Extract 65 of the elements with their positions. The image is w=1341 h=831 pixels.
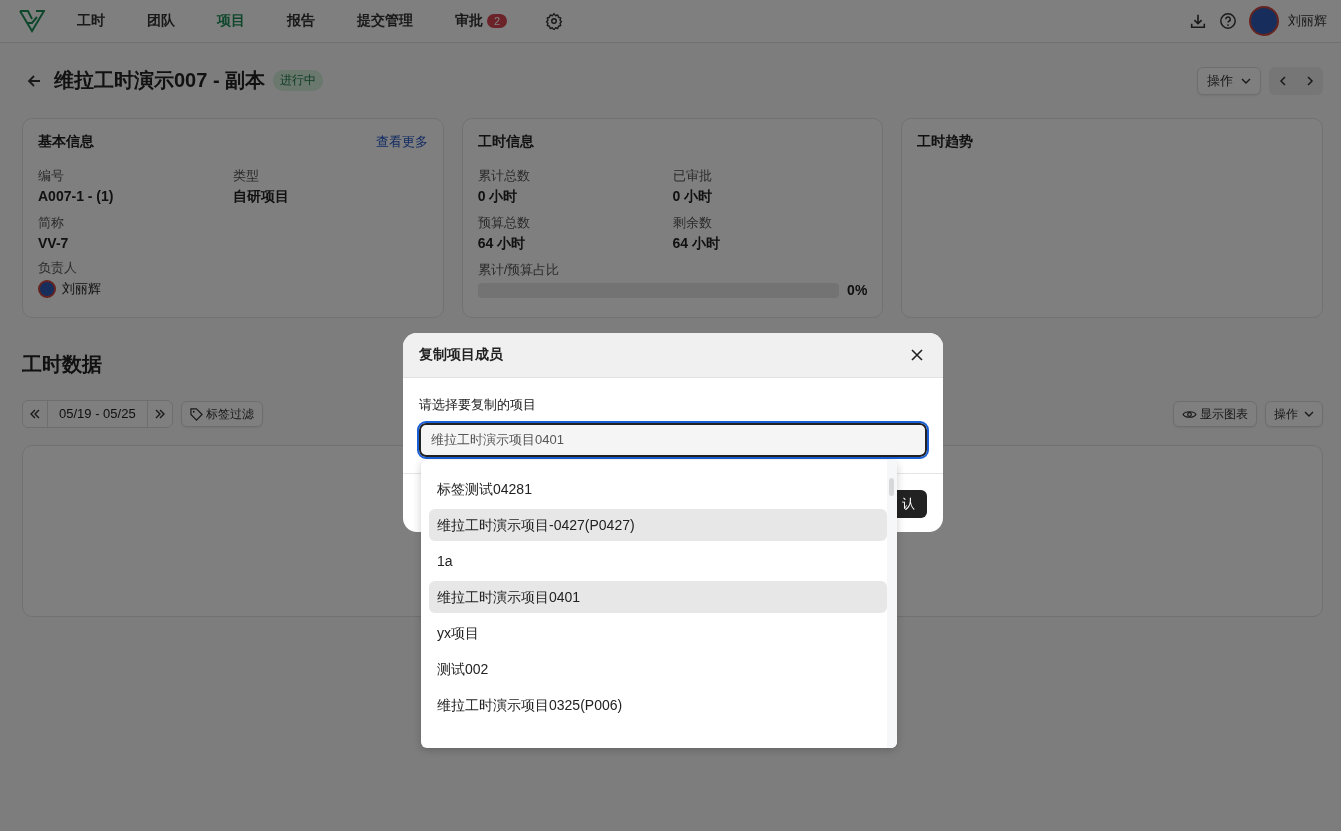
dropdown-option[interactable]: 测试002: [429, 653, 887, 685]
nav-item[interactable]: 报告: [279, 8, 323, 34]
logo-icon[interactable]: [19, 9, 45, 33]
dropdown-option[interactable]: 维拉工时演示项目0325(P006): [429, 689, 887, 721]
count-badge: 2: [487, 14, 508, 28]
field-label: 累计/预算占比: [477, 261, 560, 279]
section-title: 工时数据: [22, 352, 102, 377]
avatar: [38, 280, 56, 298]
double-chevron-left-icon: [29, 409, 41, 419]
card-title: 基本信息: [38, 133, 94, 151]
field-value: VV-7: [38, 235, 69, 251]
actions-button[interactable]: 操作: [1265, 401, 1323, 427]
eye-icon: [1182, 408, 1197, 420]
owner-name: 刘丽辉: [62, 280, 101, 298]
dropdown-option[interactable]: yx项目: [429, 617, 887, 649]
avatar[interactable]: [1249, 6, 1279, 36]
field-label: 编号: [38, 167, 64, 185]
project-select-field[interactable]: 维拉工时演示项目0401: [419, 423, 927, 457]
chevron-left-icon: [1277, 75, 1288, 86]
actions-button[interactable]: 操作: [1197, 66, 1261, 95]
page-title: 维拉工时演示007 - 副本: [54, 68, 266, 93]
card-title: 工时趋势: [917, 133, 974, 151]
scrollbar[interactable]: [887, 460, 897, 748]
back-arrow-icon[interactable]: [26, 72, 42, 89]
show-chart-button[interactable]: 显示图表: [1173, 401, 1257, 427]
help-icon[interactable]: [1219, 12, 1237, 30]
field-label: 负责人: [38, 259, 77, 277]
dropdown-option[interactable]: 维拉工时演示项目-0427(P0427): [429, 509, 887, 541]
caret-icon: [1241, 77, 1251, 84]
field-label: 剩余数: [672, 214, 712, 232]
field-value: 0 小时: [672, 188, 713, 206]
dialog-title: 复制项目成员: [419, 346, 503, 364]
tag-filter-button[interactable]: 标签过滤: [180, 401, 263, 427]
nav-item[interactable]: 工时: [69, 8, 113, 34]
close-icon[interactable]: [911, 349, 923, 361]
tag-icon: [189, 407, 203, 421]
nav-item[interactable]: 团队: [139, 8, 183, 34]
field-label: 简称: [38, 214, 64, 232]
field-label: 类型: [232, 167, 259, 185]
card-title: 工时信息: [477, 133, 534, 151]
chevron-right-icon: [1304, 75, 1315, 86]
field-label: 请选择要复制的项目: [419, 396, 537, 414]
field-value: 0 小时: [477, 188, 518, 206]
dropdown-option[interactable]: 1a: [429, 545, 887, 577]
field-label: 累计总数: [477, 167, 530, 185]
nav-item[interactable]: 提交管理: [349, 8, 421, 34]
nav-item[interactable]: 项目: [209, 8, 253, 34]
download-icon[interactable]: [1189, 12, 1207, 30]
double-chevron-right-icon: [153, 409, 166, 419]
view-more-link[interactable]: 查看更多: [375, 133, 428, 151]
nav-item[interactable]: 审批 2: [447, 8, 516, 34]
settings-icon[interactable]: [545, 12, 564, 30]
user-name[interactable]: 刘丽辉: [1288, 12, 1327, 30]
scrollbar-thumb[interactable]: [889, 478, 894, 496]
date-range[interactable]: 05/19 - 05/25: [47, 401, 148, 427]
field-value: 自研项目: [232, 188, 289, 206]
field-value: A007-1 - (1): [38, 188, 114, 204]
progress-reading: 0%: [847, 282, 868, 298]
dropdown-option[interactable]: 维拉工时演示项目0401: [429, 581, 887, 613]
field-label: 预算总数: [477, 214, 530, 232]
field-value: 64 小时: [672, 235, 720, 253]
status-tag: 进行中: [273, 70, 324, 91]
field-value: 64 小时: [477, 235, 526, 253]
field-label: 已审批: [672, 167, 712, 185]
caret-icon: [1304, 411, 1314, 417]
